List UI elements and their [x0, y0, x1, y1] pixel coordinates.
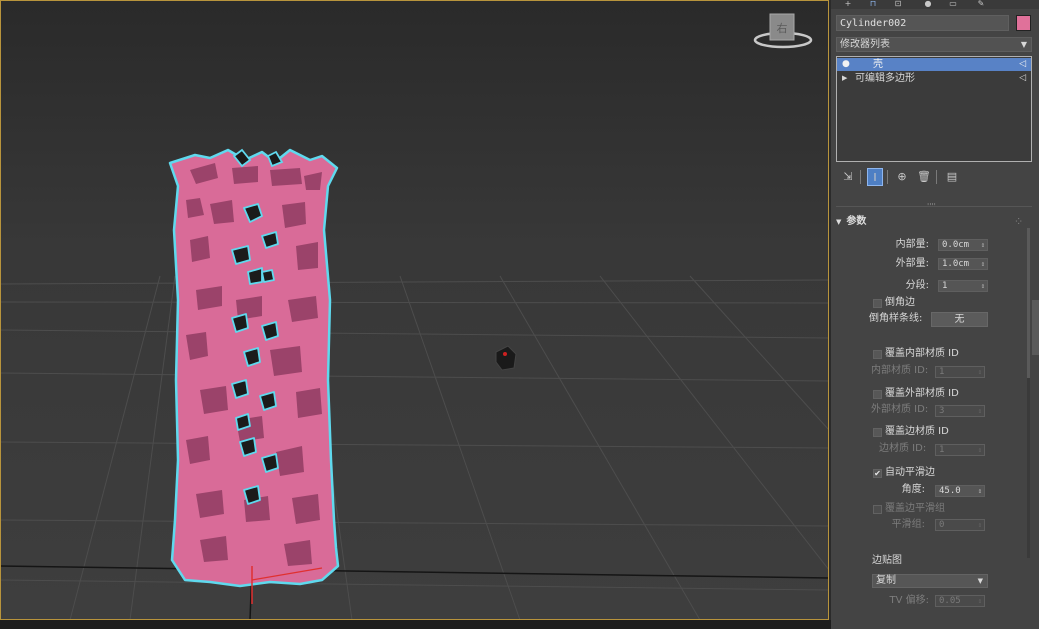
bevel-edges-label: 倒角边 [885, 297, 915, 308]
pin-icon[interactable]: ◁ [1019, 58, 1026, 71]
remove-modifier-icon[interactable]: 🗑 [916, 168, 932, 186]
rollout-title: 参数 [846, 216, 867, 227]
outer-amount-label: 外部量: [895, 258, 929, 269]
utilities-tab-icon[interactable]: ✎ [976, 0, 986, 8]
outer-mat-id-label: 外部材质 ID: [871, 404, 929, 415]
pin-stack-icon[interactable]: ⇲ [840, 168, 856, 186]
outer-mat-id-spinner[interactable]: 3 ⇕ [935, 405, 985, 417]
edge-mapping-label: 边贴图 [872, 555, 902, 566]
object-name-input[interactable]: Cylinder002 [836, 15, 1009, 31]
rollout-grip-icon: ⁘ [1015, 217, 1022, 226]
collapse-triangle-icon: ▼ [836, 218, 842, 226]
display-tab-icon[interactable]: ▭ [948, 0, 958, 8]
viewport-grid: 右 [0, 13, 829, 620]
bevel-edges-checkbox[interactable] [873, 299, 882, 308]
bevel-spline-pick-button[interactable]: 无 [931, 312, 988, 327]
override-edge-smooth-checkbox[interactable] [873, 505, 882, 514]
inner-amount-spinner[interactable]: 0.0cm ⇕ [938, 239, 988, 251]
tv-offset-spinner[interactable]: 0.05 ⇕ [935, 595, 985, 607]
object-color-swatch[interactable] [1016, 15, 1031, 31]
stack-item-label: 壳 [873, 59, 883, 70]
smooth-group-label: 平滑组: [891, 519, 925, 530]
spinner-arrows-icon[interactable]: ⇕ [981, 280, 985, 292]
expand-arrow-icon[interactable]: ▶ [842, 72, 847, 85]
auto-smooth-label: 自动平滑边 [885, 467, 935, 478]
panel-scrollbar-thumb[interactable] [1027, 228, 1030, 378]
chevron-down-icon: ▼ [1020, 40, 1027, 49]
inner-mat-id-label: 内部材质 ID: [871, 365, 929, 376]
configure-modifier-sets-icon[interactable]: ▤ [944, 168, 960, 186]
override-inner-mat-label: 覆盖内部材质 ID [885, 348, 959, 359]
viewcube[interactable]: 右 [753, 13, 813, 49]
override-outer-mat-checkbox[interactable] [873, 390, 882, 399]
perspective-viewport[interactable]: 右 [0, 0, 829, 620]
stack-item-shell[interactable]: ● 壳 ◁ [837, 58, 1031, 71]
spinner-arrows-icon[interactable]: ⇕ [978, 595, 982, 607]
segments-spinner[interactable]: 1 ⇕ [938, 280, 988, 292]
edge-mapping-dropdown[interactable]: 复制 ▼ [872, 574, 988, 588]
spinner-arrows-icon[interactable]: ⇕ [981, 239, 985, 251]
show-end-result-icon[interactable]: I [867, 168, 883, 186]
make-unique-icon[interactable]: ⊕ [894, 168, 910, 186]
stack-item-label: 可编辑多边形 [855, 73, 915, 84]
angle-spinner[interactable]: 45.0 ⇕ [935, 485, 985, 497]
tv-offset-label: TV 偏移: [889, 595, 930, 606]
command-panel-tabs: + ⊓ ⊡ ● ▭ ✎ [831, 0, 1039, 9]
shell-cylinder-object[interactable] [168, 148, 340, 588]
override-inner-mat-checkbox[interactable] [873, 350, 882, 359]
hierarchy-tab-icon[interactable]: ⊡ [893, 0, 903, 8]
override-edge-smooth-label: 覆盖边平滑组 [885, 503, 945, 514]
panel-collapse-tab[interactable] [1032, 300, 1039, 355]
light-helper-icon[interactable] [495, 345, 517, 371]
segments-label: 分段: [905, 280, 929, 291]
spinner-arrows-icon[interactable]: ⇕ [978, 444, 982, 456]
stack-item-editable-poly[interactable]: ▶ 可编辑多边形 ◁ [837, 72, 1031, 85]
override-edge-mat-label: 覆盖边材质 ID [885, 426, 949, 437]
modifier-stack: ● 壳 ◁ ▶ 可编辑多边形 ◁ [836, 56, 1032, 162]
override-outer-mat-label: 覆盖外部材质 ID [885, 388, 959, 399]
spinner-arrows-icon[interactable]: ⇕ [978, 485, 982, 497]
motion-tab-icon[interactable]: ● [923, 0, 933, 8]
chevron-down-icon: ▼ [977, 577, 983, 585]
edge-mat-id-label: 边材质 ID: [879, 443, 927, 454]
parameters-rollout-header[interactable]: ▼ 参数 ⁘ [836, 214, 1026, 230]
spinner-arrows-icon[interactable]: ⇕ [978, 405, 982, 417]
auto-smooth-checkbox[interactable]: ✔ [873, 469, 882, 478]
stack-toolbar: ⇲ I ⊕ 🗑 ▤ [836, 168, 1032, 186]
smooth-group-spinner[interactable]: 0 ⇕ [935, 519, 985, 531]
modifier-list-label: 修改器列表 [840, 39, 890, 50]
viewcube-face-label: 右 [777, 21, 788, 35]
override-edge-mat-checkbox[interactable] [873, 428, 882, 437]
spinner-arrows-icon[interactable]: ⇕ [978, 366, 982, 378]
modifier-list-dropdown[interactable]: 修改器列表 ▼ [836, 37, 1032, 52]
pin-icon[interactable]: ◁ [1019, 72, 1026, 85]
create-tab-icon[interactable]: + [843, 0, 853, 8]
command-panel: + ⊓ ⊡ ● ▭ ✎ Cylinder002 修改器列表 ▼ ● 壳 ◁ ▶ … [831, 0, 1039, 629]
modify-tab-icon[interactable]: ⊓ [868, 0, 878, 8]
bevel-spline-label: 倒角样条线: [869, 313, 923, 324]
inner-mat-id-spinner[interactable]: 1 ⇕ [935, 366, 985, 378]
eye-icon[interactable]: ● [842, 58, 850, 71]
spinner-arrows-icon[interactable]: ⇕ [981, 258, 985, 270]
spinner-arrows-icon[interactable]: ⇕ [978, 519, 982, 531]
edge-mat-id-spinner[interactable]: 1 ⇕ [935, 444, 985, 456]
outer-amount-spinner[interactable]: 1.0cm ⇕ [938, 258, 988, 270]
angle-label: 角度: [901, 484, 925, 495]
inner-amount-label: 内部量: [895, 239, 929, 250]
